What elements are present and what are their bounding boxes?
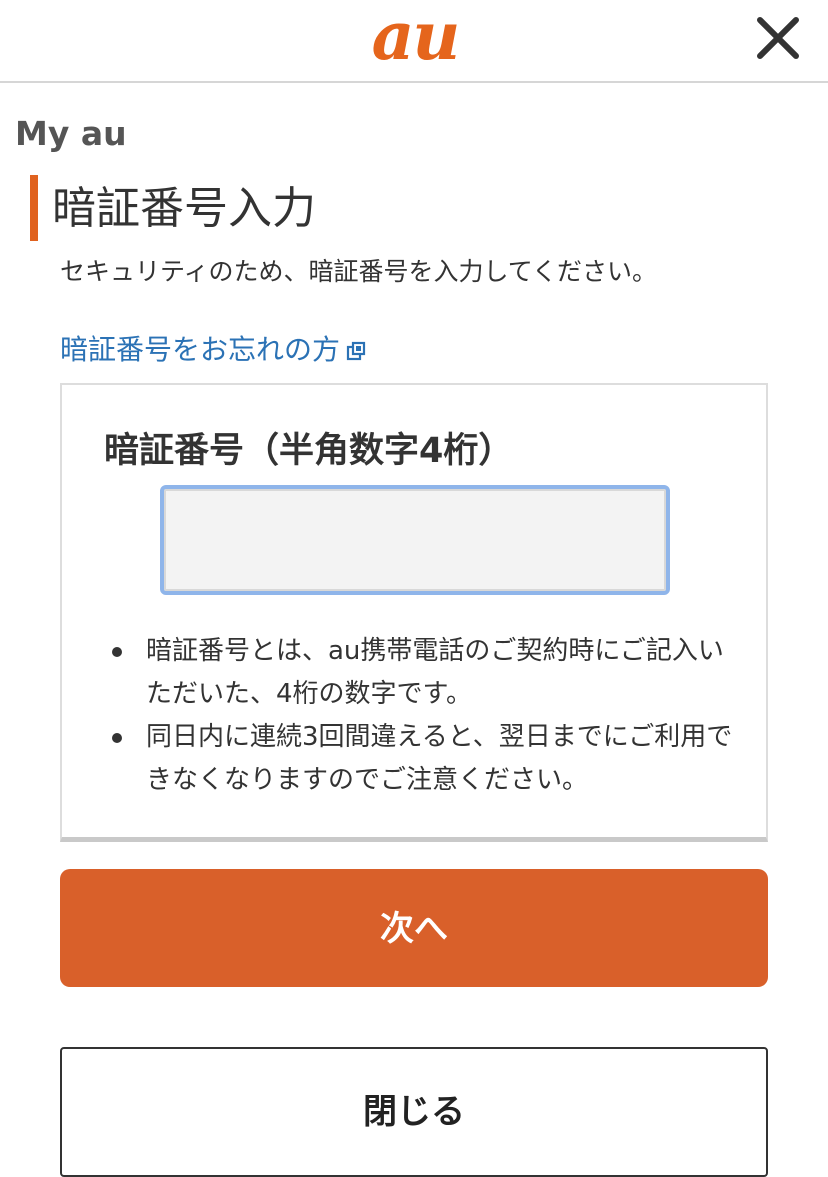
forgot-pin-link[interactable]: 暗証番号をお忘れの方 bbox=[60, 328, 366, 372]
note-text: 暗証番号とは、au携帯電話のご契約時にご記入いただいた、4桁の数字です。 bbox=[146, 636, 724, 709]
page-description: セキュリティのため、暗証番号を入力してください。 bbox=[60, 257, 658, 286]
pin-field-label: 暗証番号（半角数字4桁） bbox=[104, 431, 514, 471]
app-header: au bbox=[0, 0, 828, 83]
page-title: 暗証番号入力 bbox=[52, 183, 316, 234]
notes-list: 暗証番号とは、au携帯電話のご契約時にご記入いただいた、4桁の数字です。 同日内… bbox=[100, 630, 740, 802]
forgot-pin-link-label: 暗証番号をお忘れの方 bbox=[60, 333, 341, 366]
note-text: 同日内に連続3回間違えると、翌日までにご利用できなくなりますのでご注意ください。 bbox=[146, 722, 733, 795]
close-icon[interactable] bbox=[748, 8, 808, 68]
note-item: 暗証番号とは、au携帯電話のご契約時にご記入いただいた、4桁の数字です。 bbox=[100, 630, 740, 716]
external-link-icon bbox=[346, 330, 366, 361]
pin-input[interactable] bbox=[160, 485, 670, 595]
section-label: My au bbox=[15, 114, 127, 153]
bullet-icon bbox=[112, 733, 122, 743]
pin-form-card: 暗証番号（半角数字4桁） 暗証番号とは、au携帯電話のご契約時にご記入いただいた… bbox=[60, 383, 768, 842]
note-item: 同日内に連続3回間違えると、翌日までにご利用できなくなりますのでご注意ください。 bbox=[100, 716, 740, 802]
au-logo: au bbox=[371, 0, 461, 75]
title-accent-bar bbox=[30, 175, 38, 241]
next-button[interactable]: 次へ bbox=[60, 869, 768, 987]
bullet-icon bbox=[112, 647, 122, 657]
close-button[interactable]: 閉じる bbox=[60, 1047, 768, 1177]
